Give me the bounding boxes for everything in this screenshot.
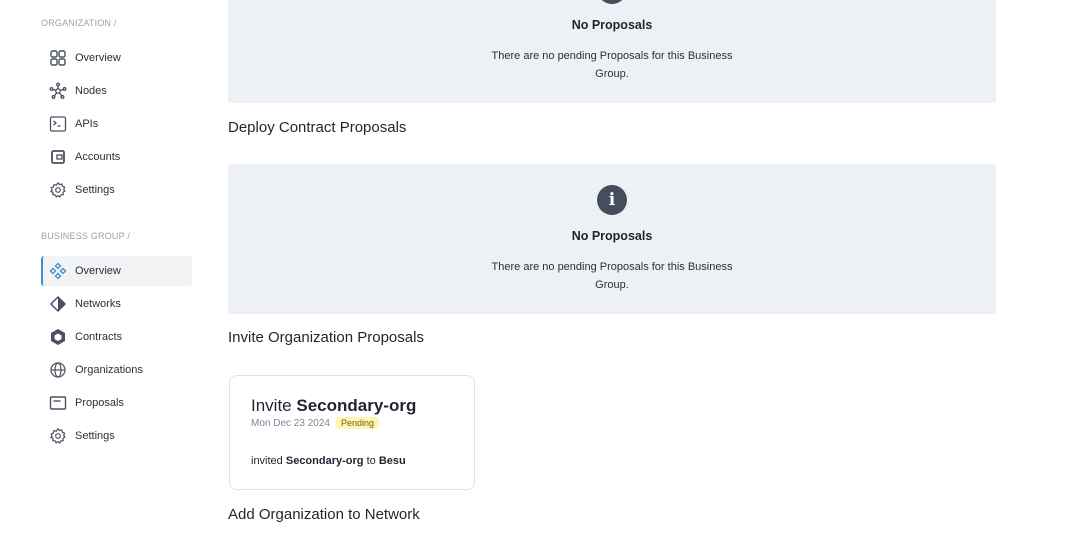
sidebar-item-apis[interactable]: APIs: [41, 109, 192, 139]
empty-state-panel-deploy: i No Proposals There are no pending Prop…: [228, 164, 996, 314]
proposal-card[interactable]: Invite Secondary-org Mon Dec 23 2024 Pend…: [229, 375, 475, 490]
proposal-date: Mon Dec 23 2024: [251, 418, 330, 429]
sidebar-item-label: Networks: [75, 298, 121, 310]
sidebar-item-org-overview[interactable]: Overview: [41, 43, 192, 73]
sidebar-item-contracts[interactable]: Contracts: [41, 322, 192, 352]
terminal-icon: [49, 116, 67, 132]
empty-state-panel: i No Proposals There are no pending Prop…: [228, 0, 996, 103]
sidebar-item-label: Nodes: [75, 85, 107, 97]
sidebar-item-label: Contracts: [75, 331, 123, 343]
proposal-description: invited Secondary-org to Besu: [251, 455, 406, 467]
desc-network: Besu: [378, 455, 406, 467]
sidebar-item-bg-settings[interactable]: Settings: [41, 421, 192, 451]
desc-mid: to: [366, 455, 376, 467]
empty-description: There are no pending Proposals for this …: [491, 50, 733, 80]
sidebar-item-label: Proposals: [75, 397, 124, 409]
hexagon-icon: [51, 329, 65, 345]
sidebar-item-accounts[interactable]: Accounts: [41, 142, 192, 172]
desc-org: Secondary-org: [285, 455, 364, 467]
grid-icon: [50, 50, 66, 66]
empty-title: No Proposals: [571, 229, 653, 243]
empty-title: No Proposals: [571, 18, 653, 32]
network-diamond-icon: [49, 295, 67, 313]
desc-prefix: invited: [251, 455, 283, 467]
gear-icon: [49, 427, 66, 444]
title-prefix: Invite: [251, 396, 292, 415]
section-heading-add-org: Add Organization to Network: [228, 506, 420, 523]
sidebar-item-nodes[interactable]: Nodes: [41, 76, 192, 106]
section-label-business-group: BUSINESS GROUP /: [41, 231, 131, 241]
sidebar-item-label: Settings: [75, 430, 115, 442]
diamonds-icon: [49, 262, 67, 280]
sidebar-item-bg-overview[interactable]: Overview: [41, 256, 192, 286]
sidebar-item-org-settings[interactable]: Settings: [41, 175, 192, 205]
nodes-icon: [49, 82, 67, 99]
title-org: Secondary-org: [296, 396, 417, 415]
info-icon: i: [597, 185, 627, 215]
proposal-card-icon: [49, 396, 67, 410]
sidebar-item-proposals[interactable]: Proposals: [41, 388, 192, 418]
empty-description: There are no pending Proposals for this …: [491, 261, 733, 291]
sidebar-item-label: Overview: [75, 265, 121, 277]
section-heading-invite: Invite Organization Proposals: [228, 329, 424, 346]
sidebar-item-organizations[interactable]: Organizations: [41, 355, 192, 385]
sidebar-item-networks[interactable]: Networks: [41, 289, 192, 319]
proposal-meta: Mon Dec 23 2024 Pending: [251, 417, 379, 429]
info-icon: i: [597, 0, 627, 4]
globe-icon: [50, 362, 66, 378]
sidebar-item-label: Organizations: [75, 364, 143, 376]
sidebar-item-label: APIs: [75, 118, 99, 130]
proposal-title: Invite Secondary-org: [251, 396, 416, 416]
status-badge: Pending: [335, 417, 379, 429]
wallet-icon: [51, 150, 65, 164]
section-label-organization: ORGANIZATION /: [41, 18, 117, 28]
sidebar-item-label: Accounts: [75, 151, 121, 163]
gear-icon: [49, 181, 66, 198]
section-heading-deploy: Deploy Contract Proposals: [228, 119, 407, 136]
sidebar-item-label: Settings: [75, 184, 115, 196]
sidebar-item-label: Overview: [75, 52, 121, 64]
